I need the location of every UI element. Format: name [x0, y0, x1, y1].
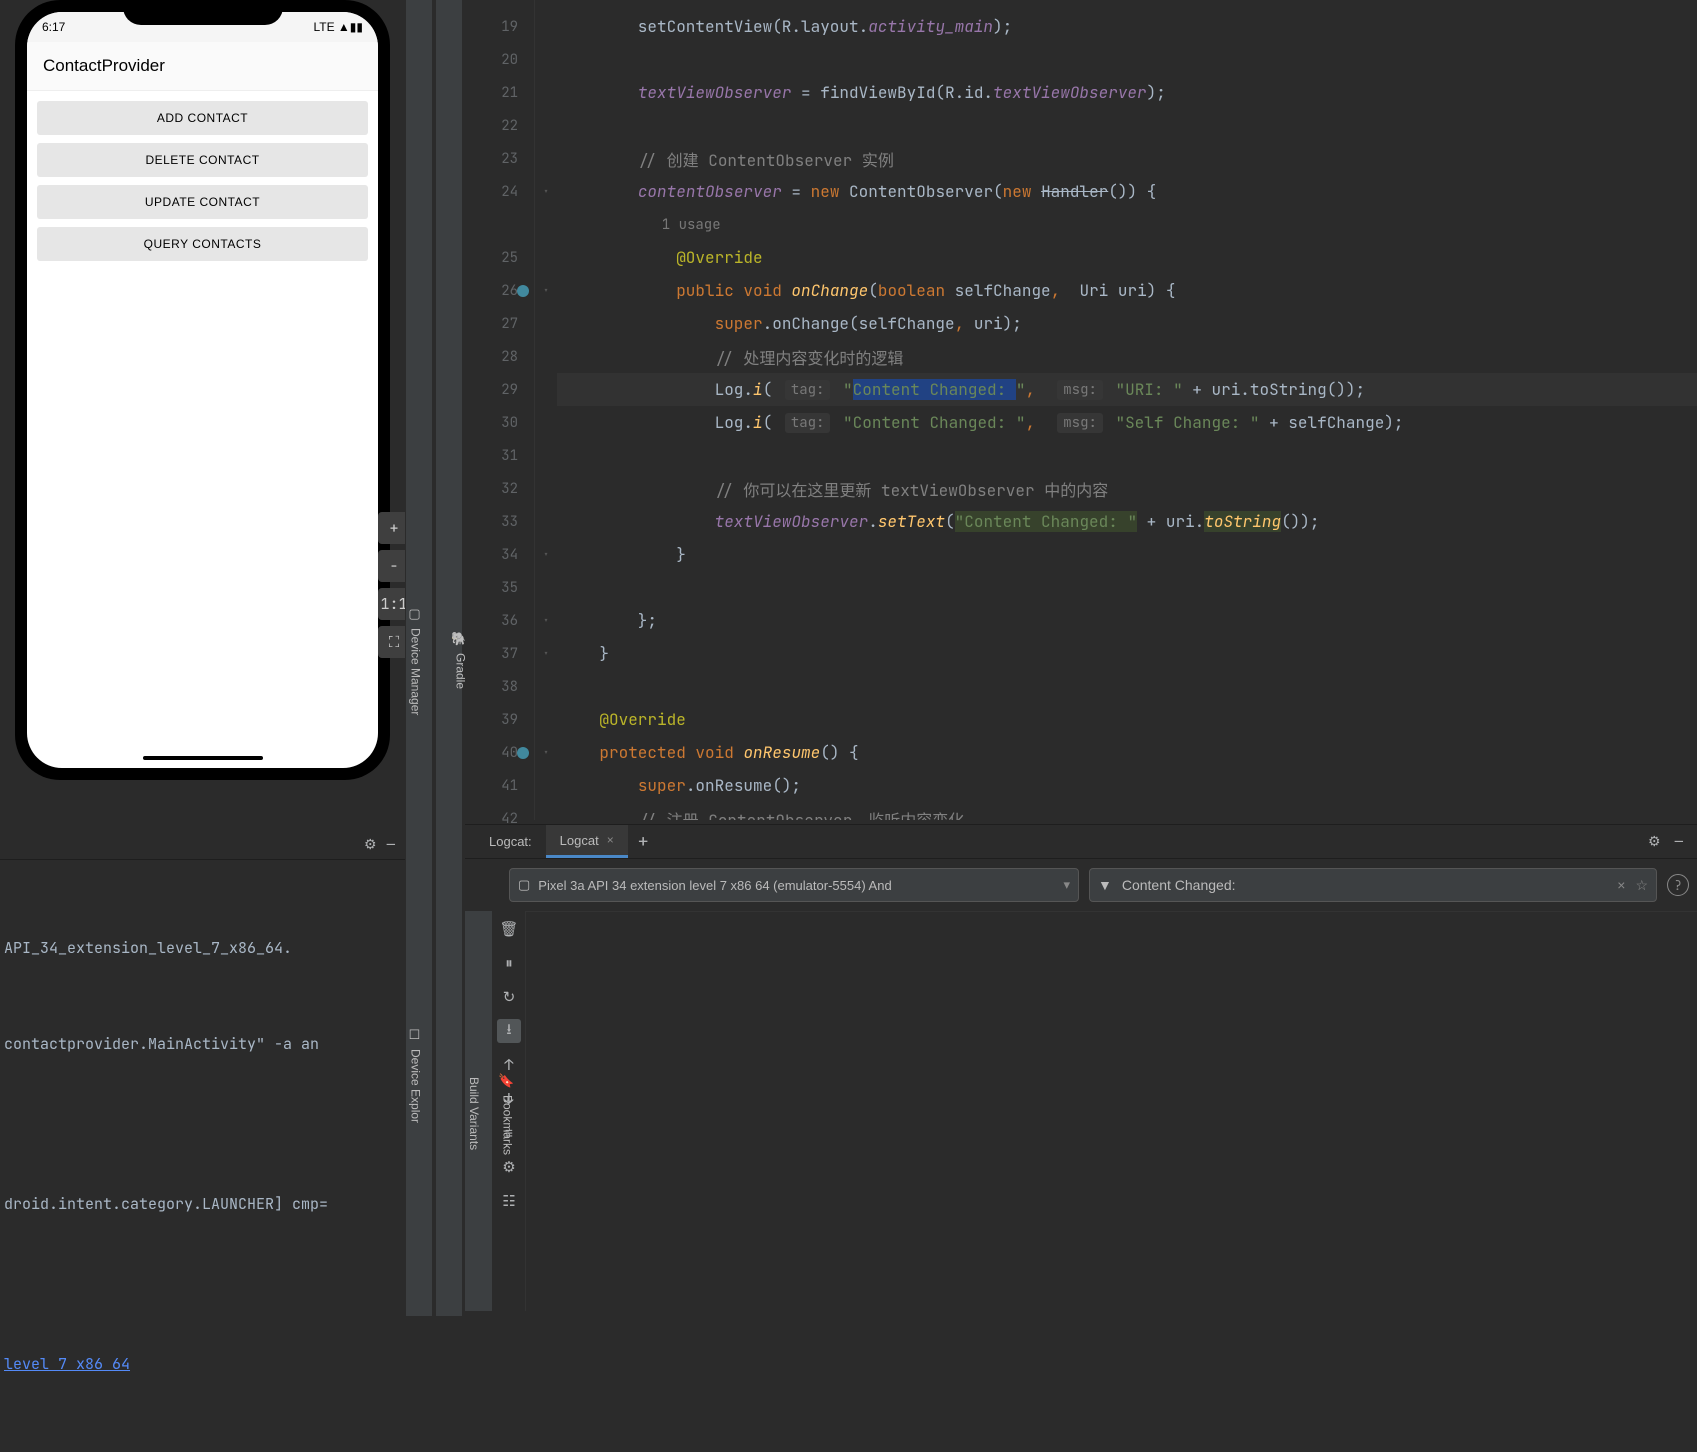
- device-name: Pixel 3a API 34 extension level 7 x86 64…: [538, 878, 1055, 893]
- app-title: ContactProvider: [27, 42, 378, 91]
- app-body: ADD CONTACT DELETE CONTACT UPDATE CONTAC…: [27, 91, 378, 271]
- logcat-toolbar: ▢ Pixel 3a API 34 extension level 7 x86 …: [465, 859, 1697, 911]
- device-icon: ▢: [408, 607, 423, 622]
- code-editor[interactable]: 1920212223242526272829303132333435363738…: [465, 0, 1697, 820]
- device-select[interactable]: ▢ Pixel 3a API 34 extension level 7 x86 …: [509, 868, 1079, 902]
- star-icon[interactable]: ☆: [1635, 877, 1648, 894]
- folder-icon: ☐: [408, 1028, 423, 1043]
- restart-log-button[interactable]: ↻: [497, 985, 521, 1009]
- status-indicators: LTE ▲▮▮: [313, 20, 363, 34]
- console-line: contactprovider.MainActivity" -a an: [4, 1028, 401, 1060]
- logcat-output[interactable]: [525, 911, 1697, 1311]
- tool-tab-build-variants[interactable]: Build Variants: [465, 1071, 483, 1156]
- scroll-end-button[interactable]: ⭳: [497, 1019, 521, 1043]
- console-line: API_34_extension_level_7_x86_64.: [4, 932, 401, 964]
- update-contact-button[interactable]: UPDATE CONTACT: [37, 185, 368, 219]
- console-line: droid.intent.category.LAUNCHER] cmp=: [4, 1188, 401, 1220]
- logcat-side-toolbar: 🗑 ⏸ ↻ ⭳ ↑ ↓ ≡ ⚙ ☷: [493, 911, 525, 1311]
- clear-icon[interactable]: ×: [1617, 877, 1625, 893]
- close-icon[interactable]: ×: [607, 833, 614, 847]
- hide-icon[interactable]: —: [1675, 833, 1683, 851]
- soft-wrap-button[interactable]: ≡: [497, 1121, 521, 1145]
- tool-tab-device-manager[interactable]: ▢Device Manager: [406, 601, 425, 721]
- tool-tab-device-explorer[interactable]: ☐Device Explor: [406, 1022, 425, 1129]
- logcat-filter[interactable]: ▼ × ☆: [1089, 868, 1657, 902]
- phone-frame: 6:17 LTE ▲▮▮ ContactProvider ADD CONTACT…: [15, 0, 390, 780]
- query-contacts-button[interactable]: QUERY CONTACTS: [37, 227, 368, 261]
- logcat-body: Structure 🔖Bookmarks Build Variants 🗑 ⏸ …: [465, 911, 1697, 1311]
- emulator-panel: 6:17 LTE ▲▮▮ ContactProvider ADD CONTACT…: [0, 0, 405, 828]
- logcat-vertical-tabs: Structure 🔖Bookmarks Build Variants: [465, 911, 493, 1311]
- gutter[interactable]: 1920212223242526272829303132333435363738…: [465, 0, 535, 820]
- code-area[interactable]: setContentView(R.layout.activity_main); …: [557, 0, 1697, 820]
- logcat-tab-bar: Logcat: Logcat × + ⚙ —: [465, 825, 1697, 859]
- phone-icon: ▢: [518, 877, 530, 893]
- console-header: ⚙ —: [0, 830, 405, 860]
- filter-icon: ▼: [1098, 877, 1112, 893]
- delete-contact-button[interactable]: DELETE CONTACT: [37, 143, 368, 177]
- hide-icon[interactable]: —: [387, 836, 395, 854]
- phone-notch: [123, 0, 283, 25]
- pause-log-button[interactable]: ⏸: [497, 951, 521, 975]
- fold-column[interactable]: ▾▾▾▾▾▾: [535, 0, 557, 820]
- logcat-panel: Logcat: Logcat × + ⚙ — ▢ Pixel 3a API 34…: [465, 824, 1697, 1316]
- logcat-tab[interactable]: Logcat:: [475, 825, 546, 858]
- home-indicator[interactable]: [143, 756, 263, 760]
- split-button[interactable]: ☷: [497, 1189, 521, 1213]
- tool-window-tabs-1-lower: ▢Running Devices ☐Device Explor: [405, 830, 433, 1316]
- add-contact-button[interactable]: ADD CONTACT: [37, 101, 368, 135]
- prev-button[interactable]: ↑: [497, 1053, 521, 1077]
- logcat-tab-active[interactable]: Logcat ×: [546, 825, 628, 858]
- help-icon[interactable]: ?: [1667, 874, 1689, 896]
- run-console: ⚙ — API_34_extension_level_7_x86_64. con…: [0, 830, 405, 1316]
- gear-icon[interactable]: ⚙: [1648, 833, 1661, 851]
- settings-log-button[interactable]: ⚙: [497, 1155, 521, 1179]
- tool-window-tabs-2: Resource Manage ◆ 🐘Gradle: [435, 0, 463, 1316]
- logcat-panel-actions: ⚙ —: [1648, 833, 1697, 851]
- next-button[interactable]: ↓: [497, 1087, 521, 1111]
- chevron-down-icon: ▾: [1063, 877, 1070, 893]
- clear-log-button[interactable]: 🗑: [497, 917, 521, 941]
- status-time: 6:17: [42, 20, 65, 34]
- add-tab-button[interactable]: +: [628, 830, 659, 853]
- filter-input[interactable]: [1122, 877, 1607, 893]
- gear-icon[interactable]: ⚙: [364, 836, 377, 854]
- phone-screen[interactable]: 6:17 LTE ▲▮▮ ContactProvider ADD CONTACT…: [27, 12, 378, 768]
- console-link[interactable]: level 7 x86 64: [4, 1354, 130, 1374]
- console-output[interactable]: API_34_extension_level_7_x86_64. contact…: [0, 860, 405, 1452]
